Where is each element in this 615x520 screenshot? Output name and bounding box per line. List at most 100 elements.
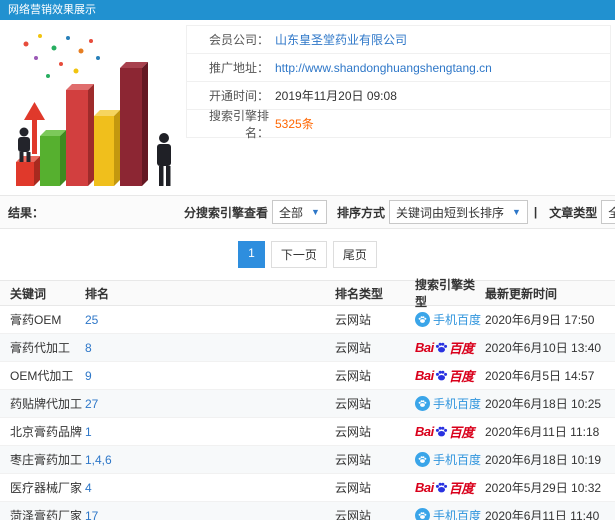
engine-cell: 手机百度 bbox=[415, 451, 485, 468]
chevron-down-icon: ▼ bbox=[512, 207, 521, 217]
engine-cell: 手机百度 bbox=[415, 507, 485, 520]
engine-filter-select[interactable]: 全部 ▼ bbox=[272, 200, 327, 224]
mobile-baidu-label: 手机百度 bbox=[433, 509, 482, 520]
baidu-paw-icon bbox=[415, 452, 430, 467]
table-row: 膏药OEM 25 云网站 手机百度 2020年6月9日 17:50 bbox=[0, 306, 615, 334]
header-rank-type: 排名类型 bbox=[335, 286, 384, 301]
result-label: 结果： bbox=[8, 205, 45, 220]
baidu-logo-du: 百度 bbox=[448, 481, 475, 496]
sort-filter-value: 关键词由短到长排序 bbox=[395, 205, 504, 220]
baidu-logo: Bai 百度 bbox=[415, 338, 474, 357]
header-updated: 最新更新时间 bbox=[485, 286, 558, 301]
updated-cell: 2020年6月5日 14:57 bbox=[485, 369, 595, 383]
mobile-baidu-label: 手机百度 bbox=[433, 453, 482, 467]
pagination: 1 下一页 尾页 bbox=[0, 229, 615, 280]
rank-link[interactable]: 4 bbox=[85, 481, 335, 495]
table-row: 北京膏药品牌 1 云网站 Bai 百度 2020年6月11日 11:18 bbox=[0, 418, 615, 446]
baidu-paw-icon bbox=[415, 396, 430, 411]
engine-cell: Bai 百度 bbox=[415, 338, 485, 357]
rank-link[interactable]: 9 bbox=[85, 369, 335, 383]
rank-type-cell: 云网站 bbox=[335, 453, 372, 467]
engine-cell: 手机百度 bbox=[415, 395, 485, 412]
baidu-logo: Bai 百度 bbox=[415, 422, 474, 441]
filter-bar: 结果： 分搜索引擎查看 全部 ▼ 排序方式 关键词由短到长排序 ▼ | 文章类型… bbox=[0, 195, 615, 229]
marketing-growth-illustration bbox=[16, 34, 171, 186]
rank-link[interactable]: 1 bbox=[85, 425, 335, 439]
mobile-baidu-badge: 手机百度 bbox=[415, 311, 481, 328]
baidu-logo-bai: Bai bbox=[415, 340, 434, 355]
last-page-button[interactable]: 尾页 bbox=[332, 241, 377, 268]
article-type-select[interactable]: 全部 ▼ bbox=[601, 200, 615, 224]
mobile-baidu-label: 手机百度 bbox=[433, 397, 482, 411]
sort-filter-select[interactable]: 关键词由短到长排序 ▼ bbox=[388, 200, 528, 224]
baidu-paw-icon bbox=[415, 508, 430, 520]
baidu-paw-icon bbox=[435, 426, 447, 437]
baidu-logo-du: 百度 bbox=[448, 341, 475, 356]
open-time-value: 2019年11月20日 09:08 bbox=[275, 89, 397, 103]
rank-type-cell: 云网站 bbox=[335, 313, 372, 327]
updated-cell: 2020年6月11日 11:18 bbox=[485, 425, 600, 439]
article-type-label: 文章类型 bbox=[549, 205, 598, 220]
keyword-cell: 膏药OEM bbox=[10, 313, 62, 327]
next-page-button[interactable]: 下一页 bbox=[270, 241, 327, 268]
promo-url-link[interactable]: http://www.shandonghuangshengtang.cn bbox=[275, 61, 492, 75]
baidu-logo-du: 百度 bbox=[448, 425, 475, 440]
table-row: 医疗器械厂家 4 云网站 Bai 百度 2020年5月29日 10:32 bbox=[0, 474, 615, 502]
header-rank: 排名 bbox=[85, 286, 110, 301]
updated-cell: 2020年6月18日 10:25 bbox=[485, 397, 602, 411]
baidu-paw-icon bbox=[415, 312, 430, 327]
baidu-logo-du: 百度 bbox=[448, 369, 475, 384]
mobile-baidu-badge: 手机百度 bbox=[415, 395, 481, 412]
baidu-paw-icon bbox=[435, 482, 447, 493]
table-row: OEM代加工 9 云网站 Bai 百度 2020年6月5日 14:57 bbox=[0, 362, 615, 390]
rank-link[interactable]: 25 bbox=[85, 313, 335, 327]
member-company-link[interactable]: 山东皇圣堂药业有限公司 bbox=[275, 31, 407, 48]
app-window: 网络营销效果展示 会员公司： 山东皇圣堂药业有限公司 推广地址： http://… bbox=[0, 0, 615, 520]
info-row-promo-url: 推广地址： http://www.shandonghuangshengtang.… bbox=[186, 53, 611, 82]
open-time-label: 开通时间： bbox=[208, 89, 269, 103]
keyword-cell: 北京膏药品牌 bbox=[10, 425, 83, 439]
keyword-cell: 枣庄膏药加工 bbox=[10, 453, 83, 467]
page-button-1[interactable]: 1 bbox=[238, 241, 265, 268]
rank-type-cell: 云网站 bbox=[335, 509, 372, 520]
updated-cell: 2020年5月29日 10:32 bbox=[485, 481, 602, 495]
rank-link[interactable]: 17 bbox=[85, 509, 335, 520]
rank-link[interactable]: 27 bbox=[85, 397, 335, 411]
info-row-member-company: 会员公司： 山东皇圣堂药业有限公司 bbox=[186, 25, 611, 54]
keyword-cell: 菏泽膏药厂家 bbox=[10, 509, 83, 520]
info-row-engine-rank-count: 搜索引擎排名： 5325条 bbox=[186, 108, 611, 140]
table-row: 药贴牌代加工 27 云网站 手机百度 2020年6月18日 10:25 bbox=[0, 390, 615, 418]
chevron-down-icon: ▼ bbox=[311, 207, 320, 217]
baidu-logo-bai: Bai bbox=[415, 368, 434, 383]
updated-cell: 2020年6月18日 10:19 bbox=[485, 453, 602, 467]
rank-type-cell: 云网站 bbox=[335, 481, 372, 495]
updated-cell: 2020年6月11日 11:40 bbox=[485, 509, 600, 520]
baidu-paw-icon bbox=[435, 342, 447, 353]
results-table: 关键词 排名 排名类型 搜索引擎类型 最新更新时间 膏药OEM 25 云网站 手… bbox=[0, 278, 615, 520]
mobile-baidu-badge: 手机百度 bbox=[415, 507, 481, 520]
engine-cell: Bai 百度 bbox=[415, 422, 485, 441]
mobile-baidu-badge: 手机百度 bbox=[415, 451, 481, 468]
engine-cell: 手机百度 bbox=[415, 311, 485, 328]
engine-rank-count-value: 5325条 bbox=[275, 117, 314, 131]
rank-type-cell: 云网站 bbox=[335, 369, 372, 383]
baidu-logo-bai: Bai bbox=[415, 424, 434, 439]
rank-link[interactable]: 8 bbox=[85, 341, 335, 355]
article-type-value: 全部 bbox=[608, 204, 615, 221]
baidu-paw-icon bbox=[435, 370, 447, 381]
table-row: 枣庄膏药加工 1,4,6 云网站 手机百度 2020年6月18日 10:19 bbox=[0, 446, 615, 474]
page-title: 网络营销效果展示 bbox=[0, 0, 615, 20]
engine-cell: Bai 百度 bbox=[415, 366, 485, 385]
sort-filter-label: 排序方式 bbox=[336, 205, 385, 220]
engine-filter-label: 分搜索引擎查看 bbox=[184, 205, 269, 220]
engine-rank-count-label: 搜索引擎排名： bbox=[208, 108, 269, 140]
member-info: 会员公司： 山东皇圣堂药业有限公司 推广地址： http://www.shand… bbox=[186, 25, 615, 191]
updated-cell: 2020年6月9日 17:50 bbox=[485, 313, 595, 327]
summary-section: 会员公司： 山东皇圣堂药业有限公司 推广地址： http://www.shand… bbox=[0, 20, 615, 195]
rank-type-cell: 云网站 bbox=[335, 341, 372, 355]
table-row: 膏药代加工 8 云网站 Bai 百度 2020年6月10日 13:40 bbox=[0, 334, 615, 362]
baidu-logo: Bai 百度 bbox=[415, 478, 474, 497]
keyword-cell: OEM代加工 bbox=[10, 369, 74, 383]
baidu-logo-bai: Bai bbox=[415, 480, 434, 495]
rank-link[interactable]: 1,4,6 bbox=[85, 453, 335, 467]
